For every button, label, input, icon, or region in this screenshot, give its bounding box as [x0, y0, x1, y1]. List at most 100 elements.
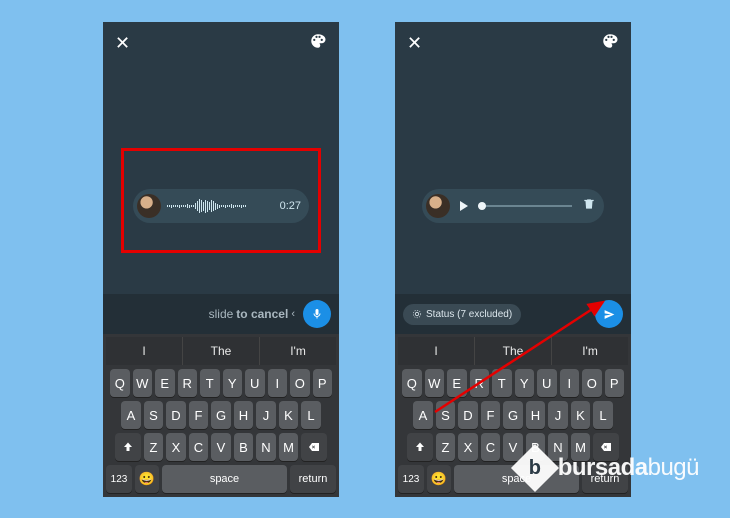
send-button[interactable]	[595, 300, 623, 328]
key-l[interactable]: L	[593, 401, 613, 429]
screenshot-stage: ✕ 0:27 slide to cancel ‹ ITheI'mQWERT	[28, 22, 699, 497]
key-n[interactable]: N	[256, 433, 276, 461]
waveform	[167, 197, 274, 215]
key-w[interactable]: W	[425, 369, 445, 397]
suggestion-bar[interactable]: ITheI'm	[398, 337, 628, 365]
slide-label: slide	[209, 307, 234, 321]
key-l[interactable]: L	[301, 401, 321, 429]
key-x[interactable]: X	[166, 433, 186, 461]
avatar	[426, 194, 450, 218]
key-t[interactable]: T	[200, 369, 220, 397]
status-canvas	[395, 64, 631, 294]
suggestion[interactable]: The	[475, 337, 552, 365]
key-f[interactable]: F	[189, 401, 209, 429]
voice-note-pill[interactable]: 0:27	[133, 189, 309, 223]
mic-button[interactable]	[303, 300, 331, 328]
voice-duration: 0:27	[280, 200, 301, 212]
status-canvas: 0:27	[103, 64, 339, 294]
key-j[interactable]: J	[548, 401, 568, 429]
key-h[interactable]: H	[234, 401, 254, 429]
numeric-key[interactable]: 123	[398, 465, 424, 493]
key-f[interactable]: F	[481, 401, 501, 429]
key-q[interactable]: Q	[402, 369, 422, 397]
key-y[interactable]: Y	[515, 369, 535, 397]
watermark-badge: b	[511, 444, 559, 492]
phone-recording-state: ✕ 0:27 slide to cancel ‹ ITheI'mQWERT	[103, 22, 339, 497]
emoji-key[interactable]: 😀	[427, 465, 451, 493]
key-s[interactable]: S	[144, 401, 164, 429]
backspace-key[interactable]	[301, 433, 327, 461]
keyboard-bottom-row	[398, 493, 628, 497]
suggestion[interactable]: I	[398, 337, 475, 365]
action-row: Status (7 excluded)	[395, 294, 631, 334]
key-z[interactable]: Z	[144, 433, 164, 461]
key-e[interactable]: E	[155, 369, 175, 397]
key-a[interactable]: A	[121, 401, 141, 429]
close-icon[interactable]: ✕	[407, 33, 422, 54]
avatar	[137, 194, 161, 218]
chevron-left-icon: ‹	[291, 308, 295, 320]
key-j[interactable]: J	[256, 401, 276, 429]
key-w[interactable]: W	[133, 369, 153, 397]
cancel-label: to cancel	[236, 307, 288, 321]
key-d[interactable]: D	[458, 401, 478, 429]
emoji-key[interactable]: 😀	[135, 465, 159, 493]
key-b[interactable]: B	[234, 433, 254, 461]
status-chip-label: Status (7 excluded)	[426, 309, 512, 320]
key-g[interactable]: G	[503, 401, 523, 429]
phone-send-state: ✕ Status (7 excluded)	[395, 22, 631, 497]
numeric-key[interactable]: 123	[106, 465, 132, 493]
voice-note-pill[interactable]	[422, 189, 604, 223]
key-v[interactable]: V	[211, 433, 231, 461]
suggestion[interactable]: I'm	[260, 337, 336, 365]
suggestion[interactable]: The	[183, 337, 260, 365]
key-m[interactable]: M	[279, 433, 299, 461]
key-x[interactable]: X	[458, 433, 478, 461]
key-u[interactable]: U	[537, 369, 557, 397]
return-key[interactable]: return	[290, 465, 336, 493]
palette-icon[interactable]	[601, 32, 619, 55]
top-bar: ✕	[103, 22, 339, 64]
key-s[interactable]: S	[436, 401, 456, 429]
key-k[interactable]: K	[571, 401, 591, 429]
palette-icon[interactable]	[309, 32, 327, 55]
play-icon[interactable]	[460, 201, 468, 211]
key-i[interactable]: I	[268, 369, 288, 397]
key-c[interactable]: C	[189, 433, 209, 461]
key-d[interactable]: D	[166, 401, 186, 429]
key-r[interactable]: R	[178, 369, 198, 397]
key-r[interactable]: R	[470, 369, 490, 397]
key-a[interactable]: A	[413, 401, 433, 429]
key-c[interactable]: C	[481, 433, 501, 461]
top-bar: ✕	[395, 22, 631, 64]
key-p[interactable]: P	[313, 369, 333, 397]
suggestion-bar[interactable]: ITheI'm	[106, 337, 336, 365]
slide-to-cancel[interactable]: slide to cancel ‹	[209, 307, 295, 321]
key-g[interactable]: G	[211, 401, 231, 429]
status-privacy-chip[interactable]: Status (7 excluded)	[403, 304, 521, 325]
close-icon[interactable]: ✕	[115, 33, 130, 54]
space-key[interactable]: space	[162, 465, 287, 493]
key-k[interactable]: K	[279, 401, 299, 429]
keyboard[interactable]: ITheI'mQWERTYUIOPASDFGHJKLZXCVBNM123😀spa…	[103, 334, 339, 497]
key-o[interactable]: O	[290, 369, 310, 397]
shift-key[interactable]	[407, 433, 433, 461]
keyboard-bottom-row	[106, 493, 336, 497]
shift-key[interactable]	[115, 433, 141, 461]
key-y[interactable]: Y	[223, 369, 243, 397]
trash-icon[interactable]	[582, 197, 596, 216]
key-h[interactable]: H	[526, 401, 546, 429]
key-u[interactable]: U	[245, 369, 265, 397]
key-p[interactable]: P	[605, 369, 625, 397]
action-row: slide to cancel ‹	[103, 294, 339, 334]
key-o[interactable]: O	[582, 369, 602, 397]
suggestion[interactable]: I'm	[552, 337, 628, 365]
scrubber[interactable]	[478, 205, 572, 207]
key-t[interactable]: T	[492, 369, 512, 397]
key-q[interactable]: Q	[110, 369, 130, 397]
key-i[interactable]: I	[560, 369, 580, 397]
key-e[interactable]: E	[447, 369, 467, 397]
suggestion[interactable]: I	[106, 337, 183, 365]
key-z[interactable]: Z	[436, 433, 456, 461]
watermark: b bursadabugü	[518, 451, 699, 485]
